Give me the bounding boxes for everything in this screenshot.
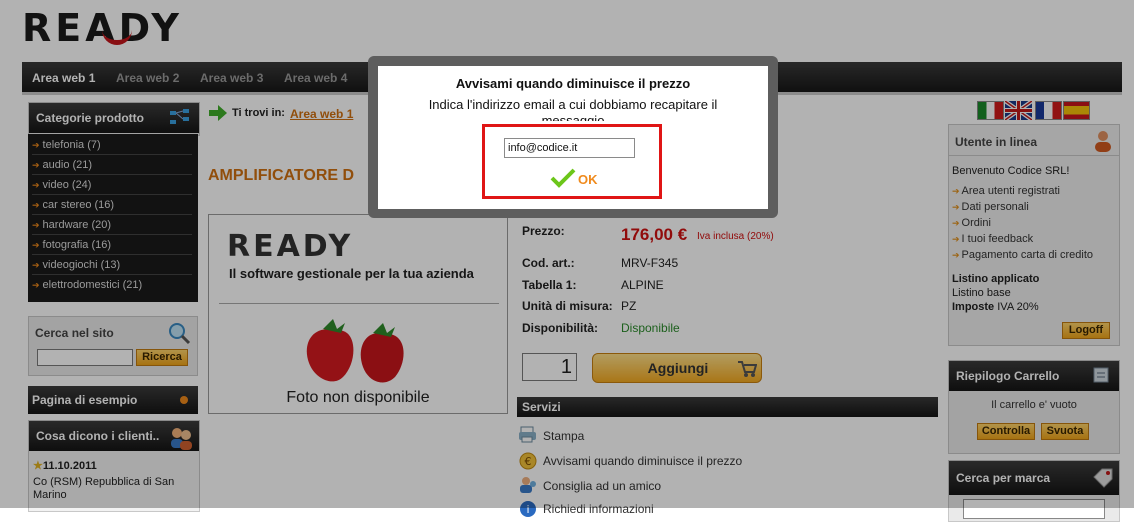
price-alert-dialog: Avvisami quando diminuisce il prezzo Ind… (368, 56, 778, 218)
ok-button[interactable]: OK (546, 166, 606, 190)
dialog-title: Avvisami quando diminuisce il prezzo (455, 76, 691, 91)
checkmark-icon (550, 168, 576, 188)
dialog-body: Avvisami quando diminuisce il prezzo Ind… (378, 66, 768, 209)
dialog-message: Indica l'indirizzo email a cui dobbiamo … (428, 97, 718, 121)
ok-label: OK (578, 172, 598, 187)
email-field[interactable]: info@codice.it (504, 138, 635, 158)
